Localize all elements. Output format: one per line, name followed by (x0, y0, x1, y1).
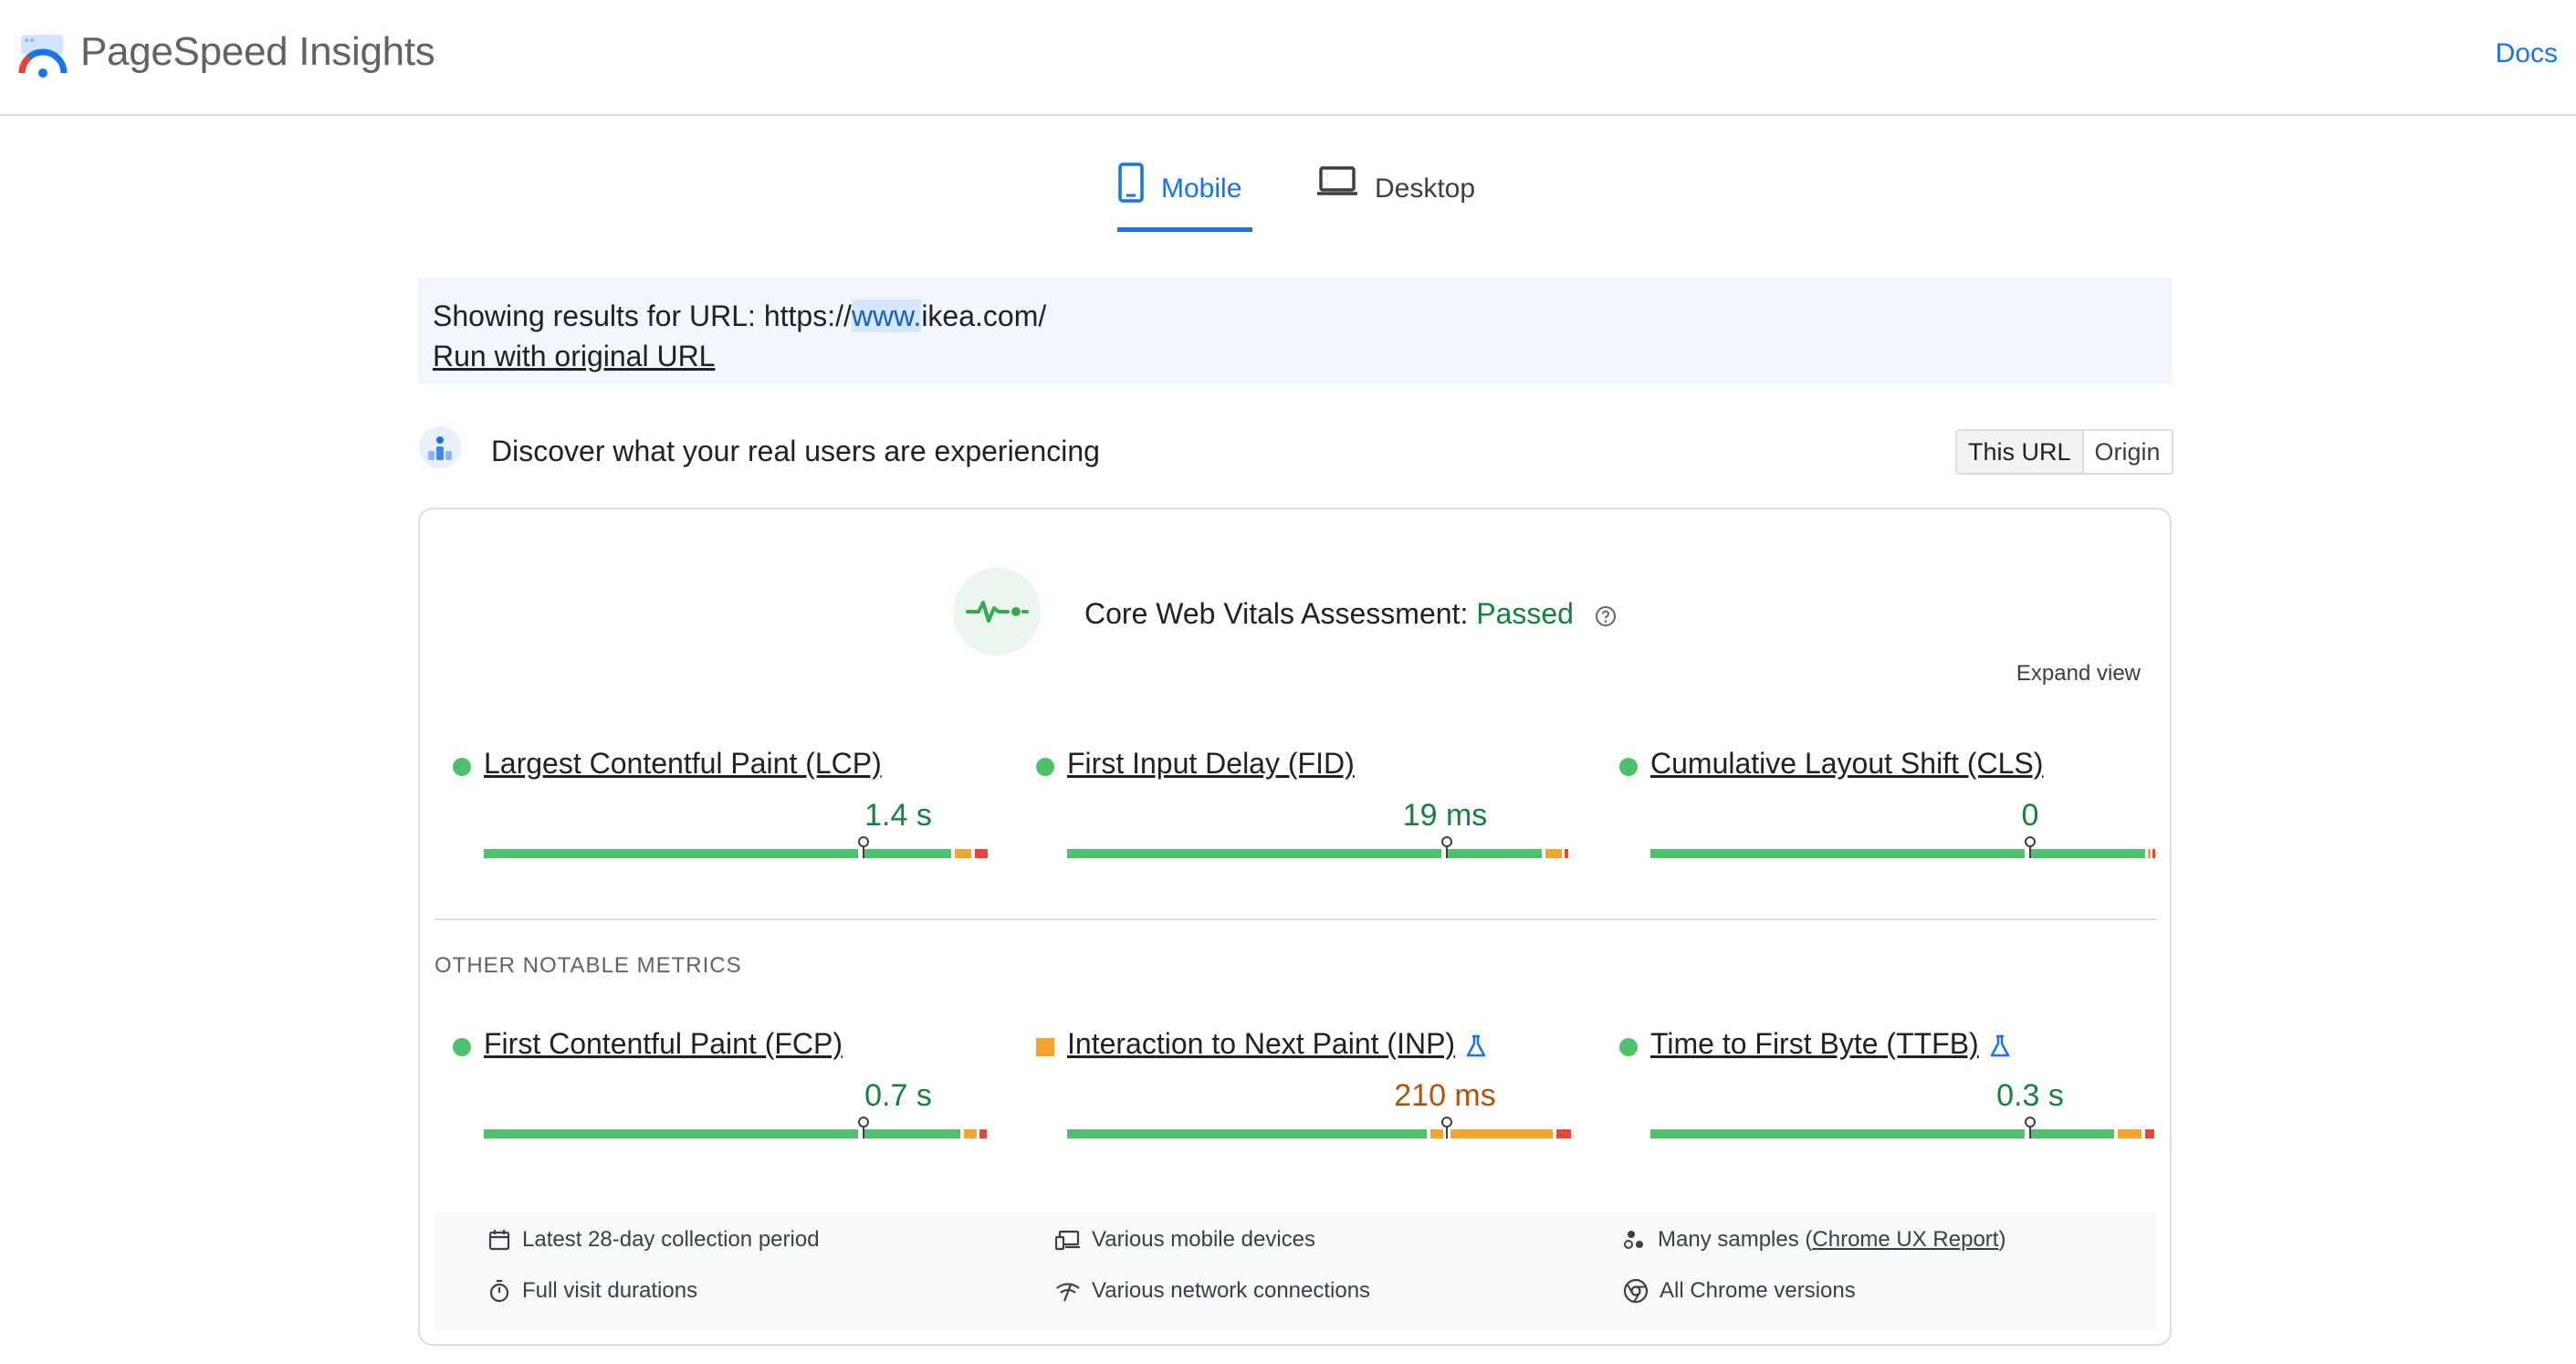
samples-suffix: ) (1998, 1227, 2006, 1252)
visit-duration-info: Full visit durations (487, 1278, 697, 1304)
metric-cls-distribution-bar (1650, 849, 2158, 858)
url-notice-text: Showing results for URL: https://www.ike… (433, 296, 2157, 336)
tab-mobile-label: Mobile (1161, 173, 1242, 204)
collection-period-text: Latest 28-day collection period (522, 1227, 820, 1252)
network-icon (1056, 1283, 1080, 1302)
metric-fid-distribution-bar (1067, 849, 1575, 858)
chrome-ux-report-link[interactable]: Chrome UX Report (1812, 1227, 1998, 1252)
tab-mobile[interactable]: Mobile (1117, 163, 1252, 232)
devices-text: Various mobile devices (1092, 1227, 1316, 1252)
status-good-dot (1619, 758, 1638, 776)
status-good-dot (453, 758, 471, 776)
p75-marker-icon (1441, 1117, 1452, 1138)
this-url-button[interactable]: This URL (1957, 431, 2084, 473)
expand-view-button[interactable]: Expand view (2016, 661, 2141, 687)
metric-ttfb-distribution-bar (1650, 1129, 2158, 1138)
network-text: Various network connections (1092, 1278, 1371, 1303)
status-average-square (1036, 1038, 1054, 1056)
calendar-icon (488, 1230, 510, 1251)
samples-info: Many samples (Chrome UX Report) (1623, 1227, 2005, 1253)
help-icon[interactable] (1595, 605, 1617, 627)
metric-fid-label[interactable]: First Input Delay (FID) (1067, 747, 1355, 781)
url-prefix: Showing results for URL: https:// (433, 299, 852, 332)
chrome-icon (1623, 1278, 1649, 1304)
assessment-title: Core Web Vitals Assessment: Passed (1084, 597, 1617, 631)
metric-inp-value: 210 ms (1394, 1078, 1496, 1113)
metric-fcp-label[interactable]: First Contentful Paint (FCP) (484, 1027, 843, 1061)
section-divider (435, 918, 2157, 920)
samples-icon (1624, 1231, 1643, 1249)
network-info: Various network connections (1055, 1278, 1370, 1304)
metric-inp: Interaction to Next Paint (INP) 210 ms (1036, 1027, 1571, 1164)
p75-marker-icon (858, 836, 869, 858)
tab-desktop[interactable]: Desktop (1316, 163, 1475, 232)
metric-inp-label[interactable]: Interaction to Next Paint (INP) (1067, 1027, 1486, 1061)
docs-link[interactable]: Docs (2496, 38, 2558, 69)
experimental-flask-icon (1990, 1034, 2009, 1056)
p75-marker-icon (2025, 1117, 2036, 1138)
metric-lcp-label[interactable]: Largest Contentful Paint (LCP) (484, 747, 882, 781)
collection-period-info: Latest 28-day collection period (487, 1227, 820, 1253)
metric-cls-value: 0 (2021, 798, 2039, 833)
metric-ttfb-label[interactable]: Time to First Byte (TTFB) (1650, 1027, 2010, 1061)
users-icon (419, 426, 461, 468)
metric-ttfb-value: 0.3 s (1996, 1078, 2064, 1113)
metric-fcp-distribution-bar (484, 1129, 991, 1138)
url-highlight: www. (851, 299, 922, 332)
metric-ttfb-label-text: Time to First Byte (TTFB) (1650, 1027, 1979, 1060)
top-bar: PageSpeed Insights Docs (0, 0, 2576, 116)
run-original-url-link[interactable]: Run with original URL (433, 340, 715, 372)
p75-marker-icon (2025, 836, 2036, 858)
p75-marker-icon (858, 1117, 869, 1138)
metric-ttfb: Time to First Byte (TTFB) 0.3 s (1619, 1027, 2154, 1164)
origin-button[interactable]: Origin (2084, 431, 2172, 473)
status-good-dot (1619, 1038, 1638, 1056)
url-notice: Showing results for URL: https://www.ike… (418, 278, 2172, 383)
metric-fcp-value: 0.7 s (864, 1078, 932, 1113)
samples-text: Many samples (Chrome UX Report) (1658, 1227, 2005, 1253)
url-origin-toggle: This URL Origin (1955, 429, 2173, 475)
field-data-card: Core Web Vitals Assessment: Passed Expan… (418, 508, 2172, 1346)
chrome-versions-info: All Chrome versions (1623, 1278, 1856, 1304)
discover-title: Discover what your real users are experi… (491, 435, 1100, 467)
devices-icon (1055, 1230, 1080, 1251)
timer-icon (489, 1279, 509, 1303)
experimental-flask-icon (1466, 1034, 1486, 1056)
data-source-info: Latest 28-day collection period Various … (435, 1212, 2157, 1331)
other-metrics-heading: OTHER NOTABLE METRICS (435, 953, 742, 978)
url-suffix: ikea.com/ (921, 299, 1047, 332)
metric-cls: Cumulative Layout Shift (CLS) 0 (1619, 747, 2155, 884)
status-good-dot (1036, 758, 1054, 776)
app-title: PageSpeed Insights (80, 29, 435, 74)
phone-icon (1118, 163, 1144, 203)
metric-fcp: First Contentful Paint (FCP) 0.7 s (453, 1027, 987, 1164)
chrome-versions-text: All Chrome versions (1660, 1278, 1856, 1303)
laptop-icon (1317, 166, 1357, 195)
metric-cls-label[interactable]: Cumulative Layout Shift (CLS) (1650, 747, 2043, 781)
visit-duration-text: Full visit durations (522, 1278, 698, 1303)
vitals-pulse-icon (953, 568, 1041, 656)
p75-marker-icon (1441, 836, 1452, 858)
metric-lcp: Largest Contentful Paint (LCP) 1.4 s (453, 747, 988, 884)
metric-fid: First Input Delay (FID) 19 ms (1036, 747, 1568, 884)
status-good-dot (453, 1038, 471, 1056)
devices-info: Various mobile devices (1055, 1227, 1315, 1253)
metric-lcp-distribution-bar (484, 849, 991, 858)
metric-inp-label-text: Interaction to Next Paint (INP) (1067, 1027, 1456, 1060)
assessment-label: Core Web Vitals Assessment: (1084, 597, 1469, 630)
pagespeed-logo-icon[interactable] (18, 33, 68, 80)
metric-lcp-value: 1.4 s (864, 798, 932, 833)
samples-prefix: Many samples ( (1658, 1227, 1813, 1252)
tab-desktop-label: Desktop (1375, 173, 1476, 204)
metric-fid-value: 19 ms (1402, 798, 1488, 833)
metric-inp-distribution-bar (1067, 1129, 1575, 1138)
assessment-status: Passed (1476, 597, 1574, 630)
